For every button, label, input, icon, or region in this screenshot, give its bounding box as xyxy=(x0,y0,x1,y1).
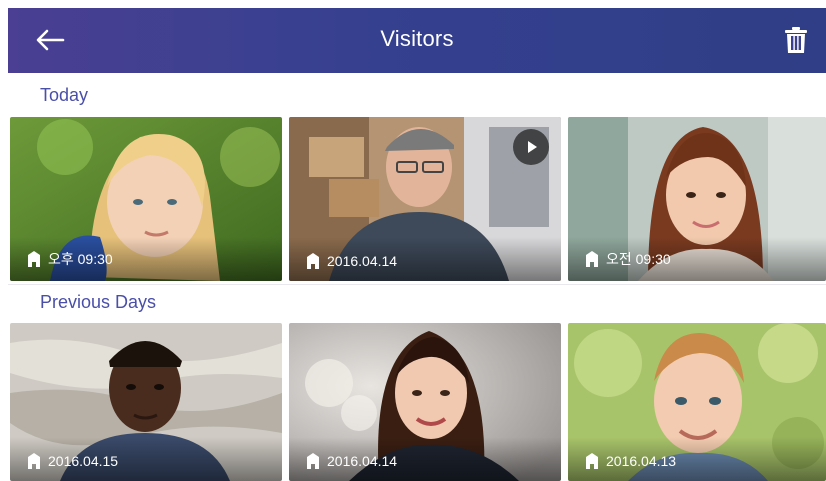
play-icon xyxy=(528,141,537,153)
visit-date: 2016.04.13 xyxy=(606,453,677,469)
trash-icon xyxy=(785,27,807,53)
visit-date: 2016.04.14 xyxy=(327,253,398,269)
play-button[interactable] xyxy=(513,129,549,165)
building-icon xyxy=(307,453,319,469)
visitor-thumbnail[interactable]: 2016.04.13 xyxy=(568,323,826,481)
thumbnail-caption: 2016.04.13 xyxy=(586,453,676,469)
visitor-thumbnail[interactable]: 2016.04.14 xyxy=(289,323,561,481)
building-icon xyxy=(28,453,40,469)
visit-time: 오후 09:30 xyxy=(48,251,113,267)
building-icon xyxy=(586,251,598,267)
app-header: Visitors xyxy=(8,8,826,73)
section-label-today: Today xyxy=(40,85,89,105)
visitor-thumbnail[interactable]: 오전 09:30 xyxy=(568,117,826,281)
thumbnail-caption: 2016.04.14 xyxy=(307,253,397,269)
page-title: Visitors xyxy=(380,26,454,51)
section-divider xyxy=(8,284,826,285)
visit-date: 2016.04.14 xyxy=(327,453,398,469)
delete-button[interactable] xyxy=(778,22,814,58)
building-icon xyxy=(307,253,319,269)
section-label-previous-days: Previous Days xyxy=(40,292,157,312)
visitor-thumbnail[interactable]: 오후 09:30 xyxy=(10,117,282,281)
visitor-thumbnail[interactable]: 2016.04.15 xyxy=(10,323,282,481)
visit-time: 오전 09:30 xyxy=(606,251,671,267)
visit-date: 2016.04.15 xyxy=(48,453,119,469)
building-icon xyxy=(586,453,598,469)
thumbnail-caption: 오전 09:30 xyxy=(586,249,671,269)
thumbnail-caption: 2016.04.14 xyxy=(307,453,397,469)
thumbnail-caption: 오후 09:30 xyxy=(28,249,113,269)
building-icon xyxy=(28,251,40,267)
visitor-thumbnail[interactable]: 2016.04.14 xyxy=(289,117,561,281)
thumbnail-caption: 2016.04.15 xyxy=(28,453,118,469)
